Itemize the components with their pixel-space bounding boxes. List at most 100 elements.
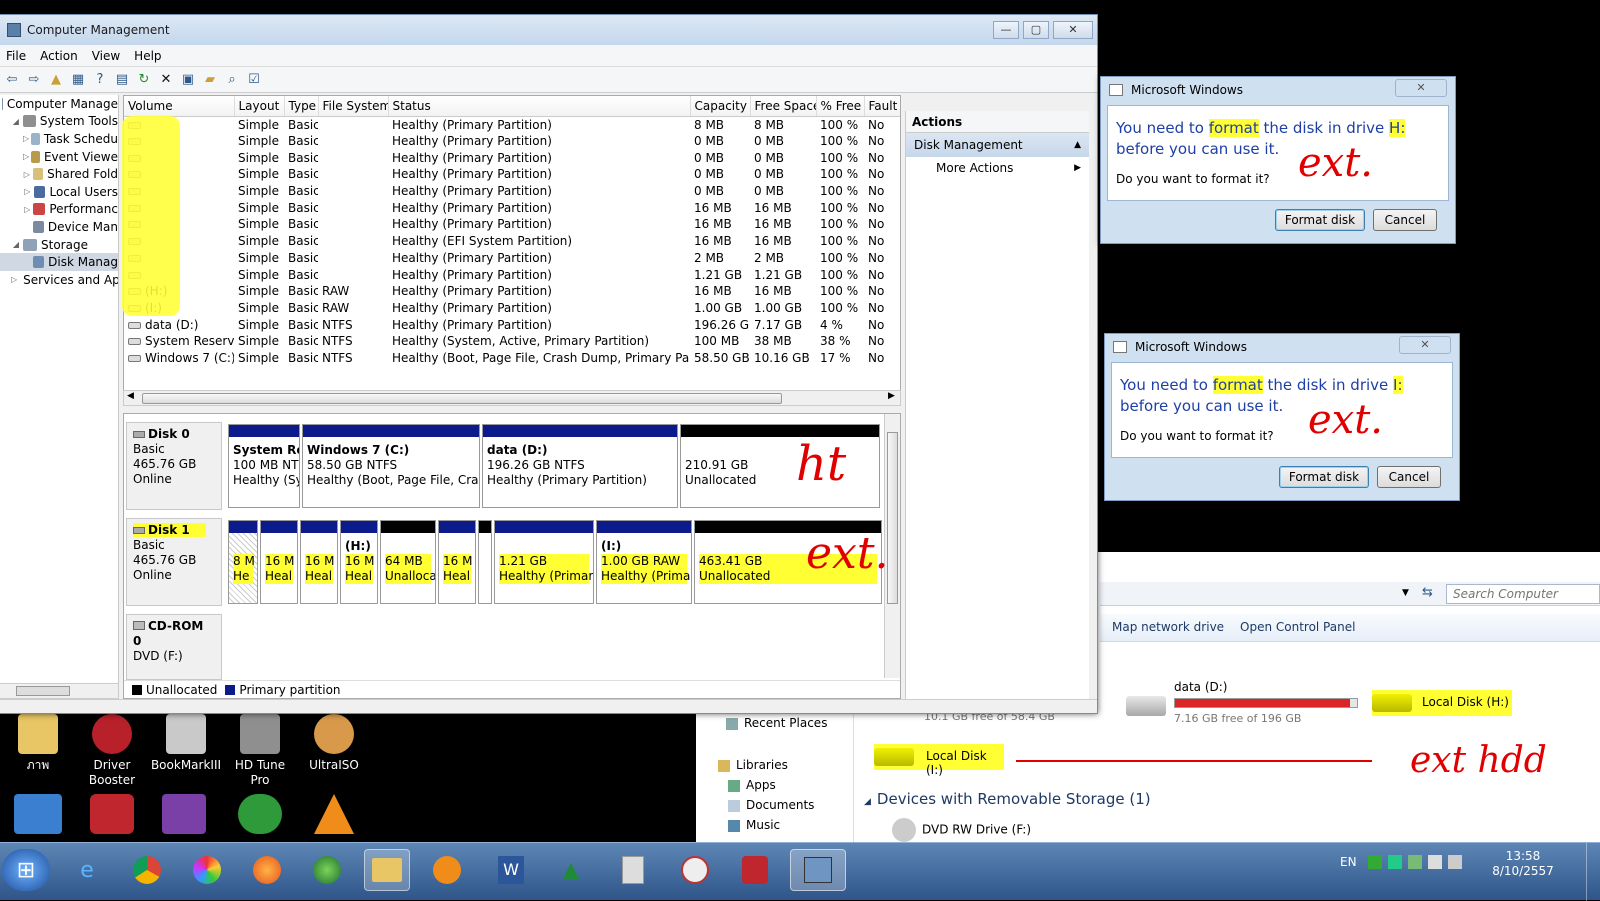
shield-app-icon[interactable] bbox=[90, 794, 134, 834]
vlc-icon[interactable] bbox=[314, 794, 354, 834]
help-icon[interactable]: ? bbox=[91, 71, 109, 89]
disk1-partition[interactable] bbox=[478, 520, 492, 604]
tray-signal-icon[interactable] bbox=[1428, 855, 1442, 869]
volume-hscroll-thumb[interactable] bbox=[142, 393, 782, 404]
firefox-icon[interactable] bbox=[244, 849, 290, 891]
disk0-label[interactable]: Disk 0 Basic 465.76 GB Online bbox=[126, 422, 222, 510]
cpuz-icon[interactable] bbox=[162, 794, 206, 834]
globe-app-icon[interactable] bbox=[304, 849, 350, 891]
calculator-icon[interactable] bbox=[610, 849, 656, 891]
scroll-left-icon[interactable]: ◀ bbox=[127, 391, 134, 401]
back-icon[interactable]: ⇦ bbox=[3, 71, 21, 89]
chrome-icon[interactable] bbox=[124, 849, 170, 891]
tree-node[interactable]: ▷ Shared Fold bbox=[0, 165, 118, 183]
disk1-partition[interactable]: (I:) 1.00 GB RAW Healthy (Primar bbox=[596, 520, 692, 604]
tree-node[interactable]: ◢ System Tools bbox=[0, 113, 118, 131]
tree-node[interactable]: ▷ Local Users bbox=[0, 183, 118, 201]
volume-row[interactable]: Simple Basic Healthy (Primary Partition) 8 … bbox=[124, 116, 900, 133]
removable-storage-header[interactable]: ◢ Devices with Removable Storage (1) bbox=[864, 790, 1151, 808]
menu-help[interactable]: Help bbox=[127, 49, 168, 63]
volume-row[interactable]: Simple Basic Healthy (Primary Partition) 0 … bbox=[124, 166, 900, 183]
tree-node[interactable]: ▷ Services and Ap bbox=[0, 271, 118, 289]
globe-download-icon[interactable] bbox=[238, 794, 282, 834]
pinwheel-app-icon[interactable] bbox=[184, 849, 230, 891]
actions-disk-management[interactable]: Disk Management ▲ bbox=[906, 133, 1089, 157]
disk1-partition[interactable]: 16 M Heal bbox=[260, 520, 298, 604]
disk0-partition[interactable]: Windows 7 (C:) 58.50 GB NTFS Healthy (Boot… bbox=[302, 424, 480, 508]
language-indicator[interactable]: EN bbox=[1340, 855, 1357, 869]
cdrom-label[interactable]: CD-ROM 0 DVD (F:) No Media bbox=[126, 614, 222, 693]
nav-music[interactable]: Music bbox=[728, 818, 780, 832]
volume-row[interactable]: Simple Basic Healthy (Primary Partition) 0 … bbox=[124, 133, 900, 150]
tray-volume-icon[interactable] bbox=[1448, 855, 1462, 869]
column-header[interactable]: Volume bbox=[124, 96, 235, 117]
expand-toggle-icon[interactable]: ▷ bbox=[11, 275, 17, 284]
disk1-partition[interactable]: 1.21 GB Healthy (Primary bbox=[494, 520, 594, 604]
disk1-partition[interactable]: (H:) 16 M Heal bbox=[340, 520, 378, 604]
column-header[interactable]: Status bbox=[388, 96, 691, 117]
delete-icon[interactable]: ✕ bbox=[157, 71, 175, 89]
format-disk-button[interactable]: Format disk bbox=[1279, 466, 1369, 488]
word-icon[interactable]: W bbox=[488, 849, 534, 891]
volume-row[interactable]: Simple Basic Healthy (Primary Partition) 0 … bbox=[124, 149, 900, 166]
show-desktop-button[interactable] bbox=[1586, 843, 1600, 901]
close-button[interactable]: ✕ bbox=[1053, 21, 1093, 39]
clock[interactable]: 13:58 8/10/2557 bbox=[1488, 849, 1558, 879]
menu-file[interactable]: File bbox=[0, 49, 33, 63]
format-disk-button[interactable]: Format disk bbox=[1275, 209, 1365, 231]
desktop-icon-hdtune[interactable]: HD Tune Pro bbox=[224, 714, 296, 788]
up-folder-icon[interactable]: ▲ bbox=[47, 71, 65, 89]
search-computer-input[interactable] bbox=[1446, 584, 1600, 604]
cancel-button[interactable]: Cancel bbox=[1373, 209, 1437, 231]
drive-h[interactable]: Local Disk (H:) bbox=[1372, 690, 1512, 716]
address-dropdown-icon[interactable]: ▼ bbox=[1402, 588, 1409, 598]
expand-toggle-icon[interactable]: ▷ bbox=[23, 205, 31, 214]
expand-toggle-icon[interactable]: ▷ bbox=[23, 152, 29, 161]
map-network-drive-button[interactable]: Map network drive bbox=[1112, 620, 1224, 634]
disk0-partition[interactable]: System Re 100 MB NTI Healthy (Sy bbox=[228, 424, 300, 508]
expand-toggle-icon[interactable]: ◢ bbox=[11, 117, 21, 126]
disk1-partition[interactable]: 16 M Heal bbox=[438, 520, 476, 604]
show-hide-tree-icon[interactable]: ▦ bbox=[69, 71, 87, 89]
column-header[interactable]: File System bbox=[318, 96, 389, 117]
dialog-close-button[interactable]: ✕ bbox=[1395, 79, 1447, 97]
disk1-partition[interactable]: 8 M He bbox=[228, 520, 258, 604]
computer-management-taskbar-icon[interactable] bbox=[790, 849, 846, 891]
green-app-icon[interactable]: ▲ bbox=[548, 849, 594, 891]
column-header[interactable]: Type bbox=[284, 96, 319, 117]
disk-map-vscroll-thumb[interactable] bbox=[887, 432, 898, 604]
column-header[interactable]: Capacity bbox=[690, 96, 751, 117]
tree-hscroll-thumb[interactable] bbox=[16, 686, 70, 696]
column-header[interactable]: Free Space bbox=[750, 96, 817, 117]
column-header[interactable]: Fault bbox=[864, 96, 900, 117]
volume-row[interactable]: Simple Basic Healthy (Primary Partition) 2 … bbox=[124, 250, 900, 267]
media-player-icon[interactable] bbox=[424, 849, 470, 891]
expand-toggle-icon[interactable]: ▷ bbox=[23, 134, 29, 143]
desktop-icon-bookmark[interactable]: BookMarkIII bbox=[150, 714, 222, 773]
tray-shield-icon[interactable] bbox=[1388, 855, 1402, 869]
open-folder-icon[interactable]: ▰ bbox=[201, 71, 219, 89]
volume-row[interactable]: data (D:) Simple Basic NTFS Healthy (Primary… bbox=[124, 316, 900, 333]
volume-row[interactable]: System Reserved Simple Basic NTFS Healthy (S… bbox=[124, 333, 900, 350]
settings-icon[interactable]: ▣ bbox=[179, 71, 197, 89]
search-icon[interactable]: ⌕ bbox=[223, 71, 241, 89]
tree-node[interactable]: ◢ Storage bbox=[0, 236, 118, 254]
maximize-button[interactable]: ▢ bbox=[1023, 21, 1049, 39]
tree-node[interactable]: Device Man bbox=[0, 218, 118, 236]
cancel-button[interactable]: Cancel bbox=[1377, 466, 1441, 488]
volume-row[interactable]: Simple Basic Healthy (Primary Partition) 0 … bbox=[124, 183, 900, 200]
disk1-partition[interactable]: 16 M Heal bbox=[300, 520, 338, 604]
forward-icon[interactable]: ⇨ bbox=[25, 71, 43, 89]
volume-row[interactable]: (I:)SimpleBasicRAWHealthy (Primary Parti… bbox=[124, 300, 900, 317]
tree-node[interactable]: ▷ Performanc bbox=[0, 201, 118, 219]
more-actions-item[interactable]: More Actions ▶ bbox=[906, 157, 1089, 179]
tree-hscroll[interactable] bbox=[0, 683, 119, 699]
internet-explorer-icon[interactable]: e bbox=[64, 849, 110, 891]
title-bar[interactable]: Computer Management — ▢ ✕ bbox=[0, 15, 1097, 45]
column-header[interactable]: % Free bbox=[816, 96, 865, 117]
desktop-icon-driver-booster[interactable]: Driver Booster bbox=[76, 714, 148, 788]
monitor-icon[interactable] bbox=[14, 794, 62, 834]
column-header[interactable]: Layout bbox=[234, 96, 285, 117]
start-button[interactable]: ⊞ bbox=[2, 849, 50, 891]
minimize-button[interactable]: — bbox=[993, 21, 1019, 39]
